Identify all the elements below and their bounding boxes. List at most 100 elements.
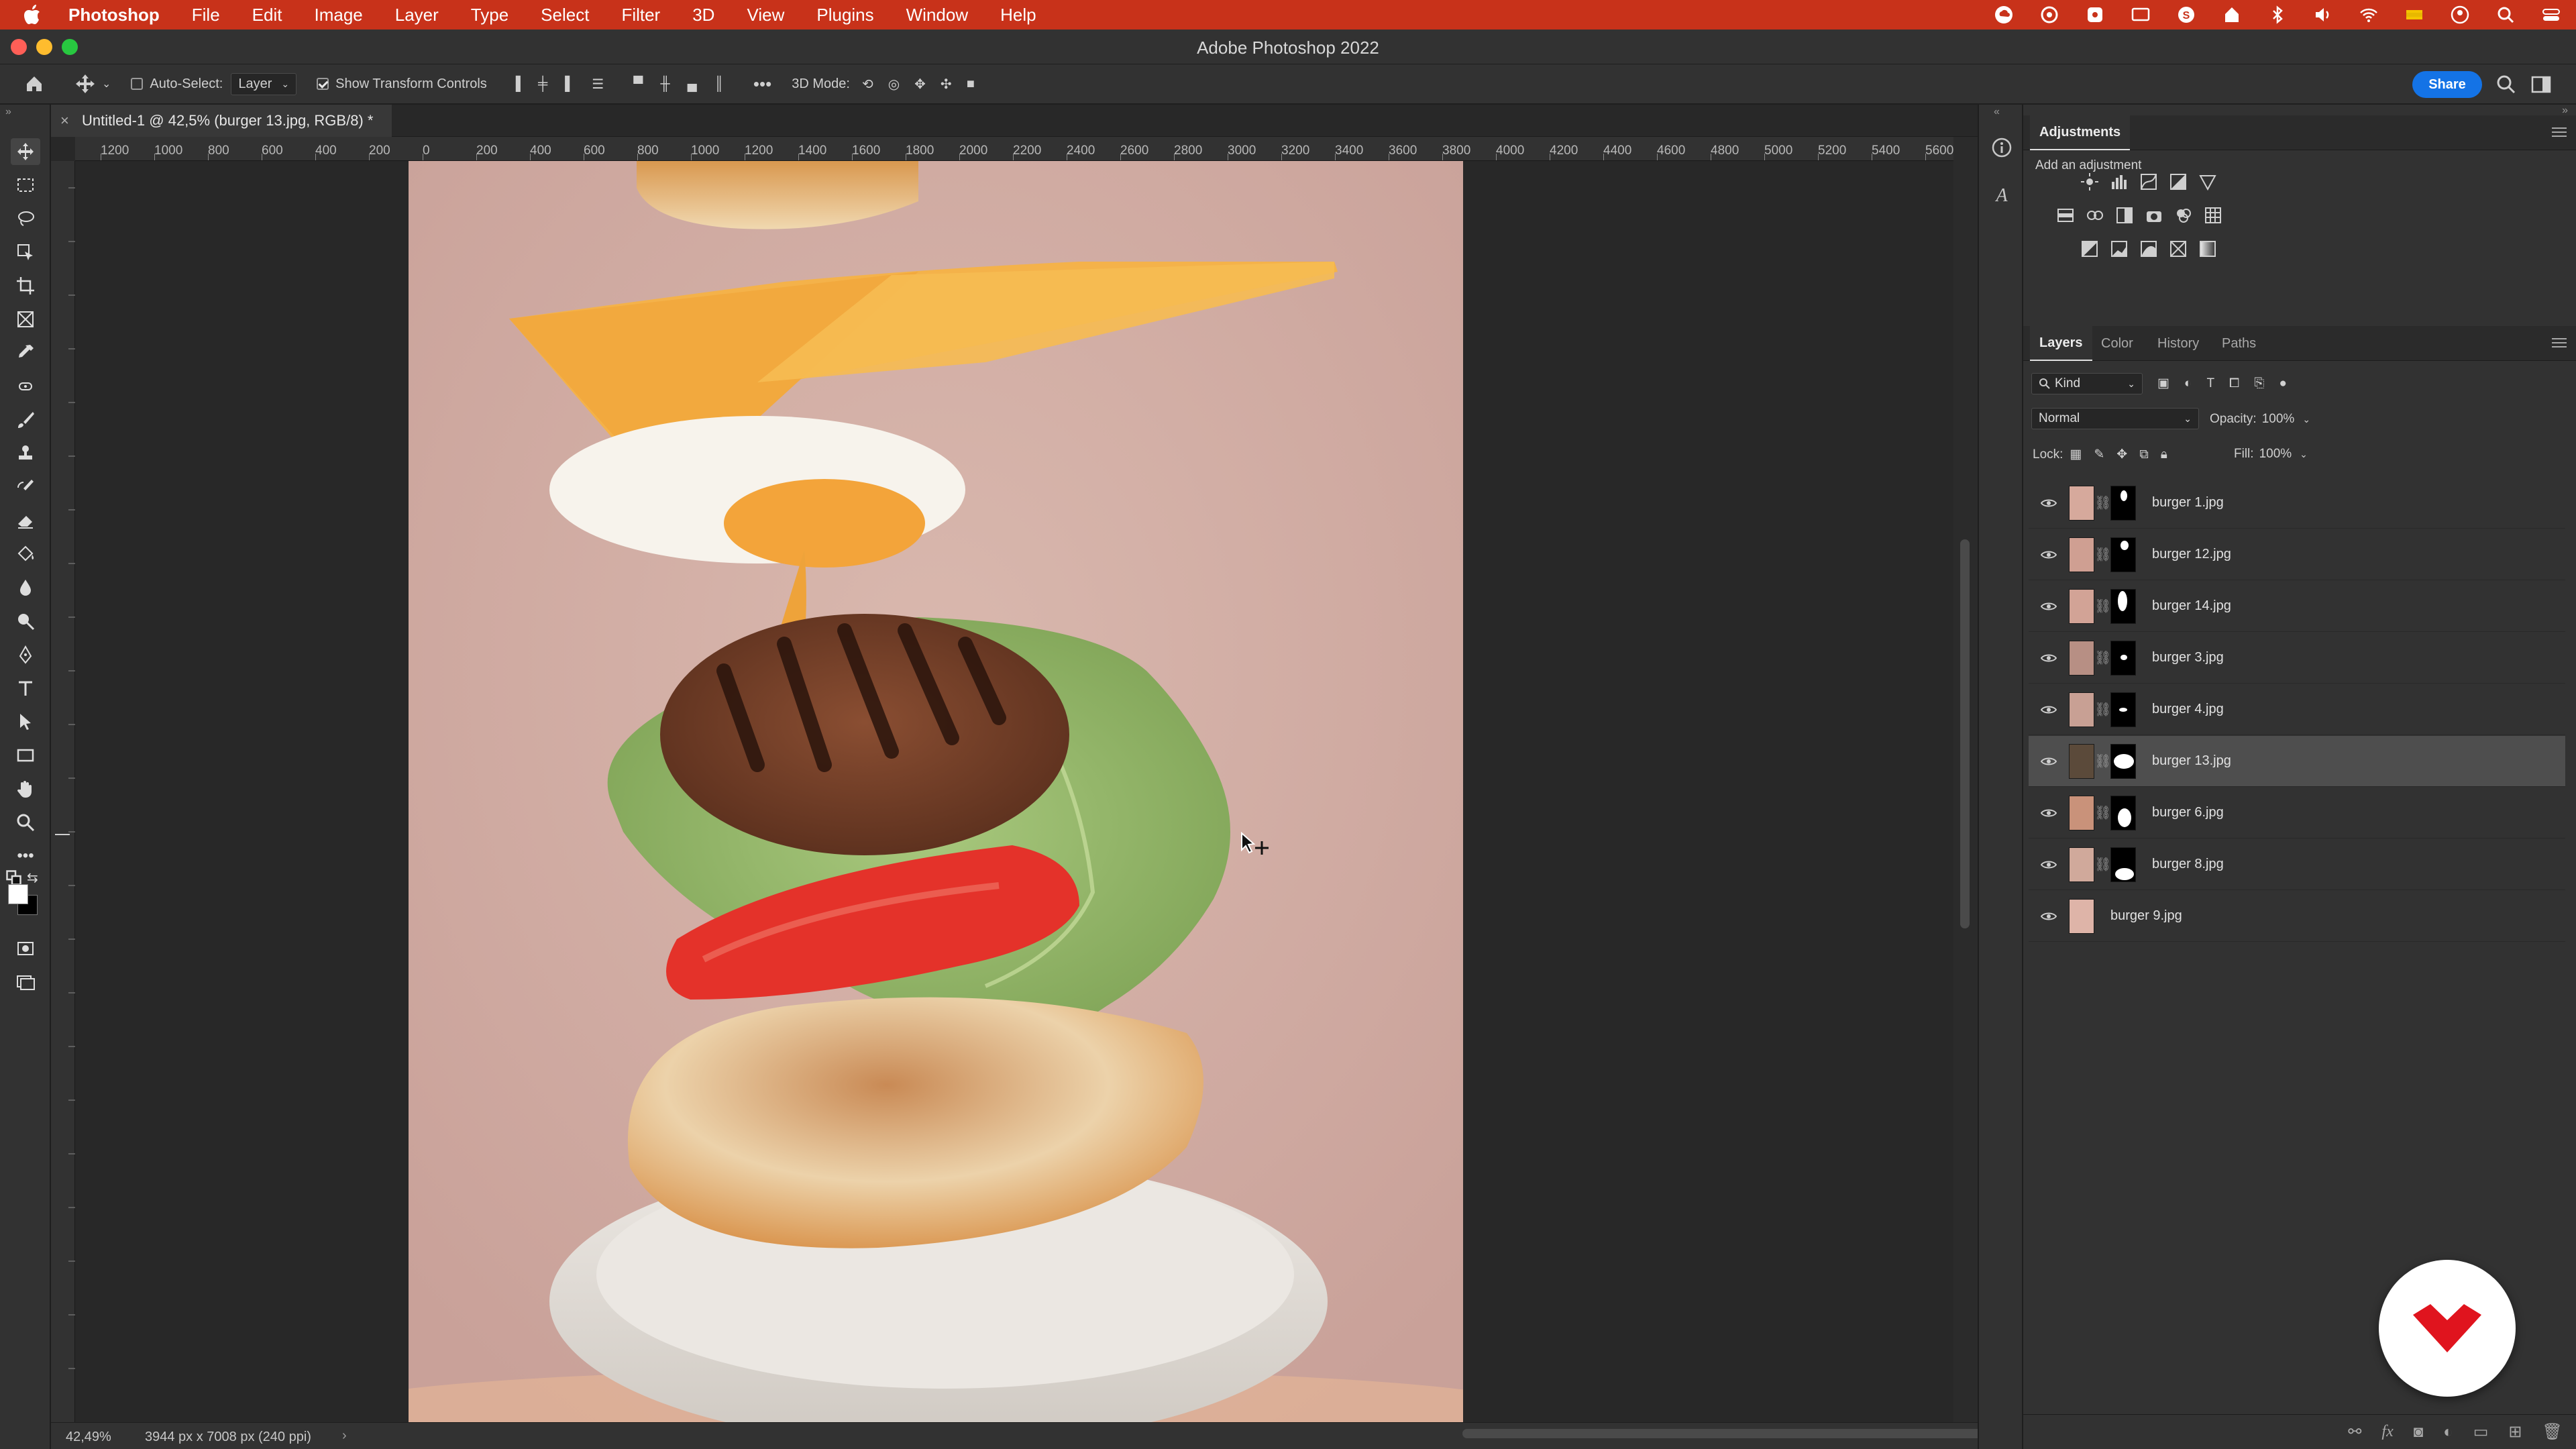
layer-row[interactable]: ⛓ burger 12.jpg	[2029, 529, 2565, 580]
more-options-icon[interactable]: •••	[753, 74, 771, 95]
mask-link-icon[interactable]: ⛓	[2094, 598, 2111, 614]
brightness-icon[interactable]	[2080, 172, 2100, 192]
layer-row[interactable]: ⛓ burger 8.jpg	[2029, 839, 2565, 890]
chevron-down-icon[interactable]: ⌄	[2302, 414, 2310, 425]
lasso-tool[interactable]	[11, 205, 40, 232]
swap-colors-icon[interactable]: ⇆	[27, 869, 38, 886]
auto-select-dropdown[interactable]: Layer ⌄	[231, 72, 297, 95]
type-filter-icon[interactable]: T	[2206, 376, 2214, 391]
visibility-eye-icon[interactable]	[2029, 549, 2069, 560]
lock-position-icon[interactable]: ✥	[2116, 447, 2127, 462]
visibility-eye-icon[interactable]	[2029, 859, 2069, 870]
layers-menu-icon[interactable]	[2552, 335, 2567, 350]
horizontal-scrollbar[interactable]	[738, 1422, 2120, 1449]
pixel-filter-icon[interactable]: ▣	[2157, 376, 2169, 391]
visibility-eye-icon[interactable]	[2029, 601, 2069, 612]
volume-icon[interactable]	[2312, 3, 2334, 26]
frame-tool[interactable]	[11, 306, 40, 333]
layer-row[interactable]: ⛓ burger 6.jpg	[2029, 788, 2565, 839]
align-hcenter-icon[interactable]: ╪	[538, 76, 547, 92]
zoom-level[interactable]: 42,49%	[66, 1430, 111, 1445]
threshold-icon[interactable]	[2139, 239, 2159, 259]
share-button[interactable]: Share	[2412, 71, 2482, 98]
paint-bucket-tool[interactable]	[11, 541, 40, 568]
user-icon[interactable]	[2449, 3, 2471, 26]
3d-scale-icon[interactable]: ■	[967, 76, 975, 92]
visibility-eye-icon[interactable]	[2029, 653, 2069, 663]
creative-cloud-icon[interactable]	[1992, 3, 2015, 26]
exposure-icon[interactable]	[2168, 172, 2188, 192]
distribute-horizontal-icon[interactable]: ║	[714, 76, 724, 92]
layer-kind-filter[interactable]: Kind ⌄	[2031, 373, 2143, 394]
workspace-icon[interactable]	[2530, 74, 2552, 99]
clone-stamp-tool[interactable]	[11, 440, 40, 467]
new-adjustment-icon[interactable]: ◐	[2443, 1423, 2453, 1442]
history-brush-tool[interactable]	[11, 474, 40, 500]
link-layers-icon[interactable]: ⚯	[2348, 1422, 2361, 1442]
curves-icon[interactable]	[2139, 172, 2159, 192]
collapse-arrows-icon[interactable]: »	[5, 106, 11, 118]
layer-row[interactable]: ⛓ burger 1.jpg	[2029, 478, 2565, 529]
document-canvas-photo[interactable]	[409, 161, 1463, 1422]
visibility-eye-icon[interactable]	[2029, 911, 2069, 922]
quick-mask-button[interactable]	[11, 935, 40, 962]
vertical-scrollbar[interactable]	[1953, 137, 1978, 1422]
add-mask-icon[interactable]: ◙	[2414, 1423, 2424, 1442]
layer-row[interactable]: ⛓ burger 14.jpg	[2029, 581, 2565, 632]
marquee-tool[interactable]	[11, 172, 40, 199]
lastpass-icon[interactable]	[2084, 3, 2106, 26]
screen-icon[interactable]	[2129, 3, 2152, 26]
auto-select-checkbox[interactable]: Auto-Select:	[131, 76, 223, 92]
edit-toolbar-icon[interactable]: •••	[11, 843, 40, 869]
show-transform-check[interactable]	[317, 78, 329, 90]
distribute-vertical-icon[interactable]: ☰	[592, 76, 604, 93]
align-top-icon[interactable]: ▀	[633, 76, 643, 92]
layer-mask-thumbnail[interactable]	[2110, 537, 2136, 572]
align-bottom-icon[interactable]: ▄	[688, 76, 697, 92]
tab-history[interactable]: History	[2148, 326, 2208, 361]
visibility-eye-icon[interactable]	[2029, 498, 2069, 508]
hue-saturation-icon[interactable]	[2055, 205, 2076, 225]
spotlight-icon[interactable]	[2494, 3, 2517, 26]
healing-brush-tool[interactable]	[11, 373, 40, 400]
fill-value[interactable]: 100%	[2259, 447, 2292, 462]
menu-edit[interactable]: Edit	[236, 5, 299, 25]
auto-select-check[interactable]	[131, 78, 144, 90]
shape-filter-icon[interactable]: ⧠	[2229, 376, 2239, 391]
lock-all-icon[interactable]: 🔒︎	[2161, 447, 2167, 462]
path-selection-tool[interactable]	[11, 708, 40, 735]
menu-plugins[interactable]: Plugins	[800, 5, 890, 25]
layer-mask-thumbnail[interactable]	[2110, 692, 2136, 727]
bluetooth-icon[interactable]	[2266, 3, 2289, 26]
wifi-icon[interactable]	[2357, 3, 2380, 26]
eraser-tool[interactable]	[11, 507, 40, 534]
layer-row[interactable]: burger 9.jpg	[2029, 891, 2565, 942]
zoom-tool[interactable]	[11, 809, 40, 836]
layer-thumbnail[interactable]	[2069, 847, 2094, 882]
vertical-scroll-thumb[interactable]	[1960, 539, 1970, 928]
layer-thumbnail[interactable]	[2069, 640, 2094, 676]
document-tab[interactable]: × Untitled-1 @ 42,5% (burger 13.jpg, RGB…	[51, 105, 392, 137]
menu-filter[interactable]: Filter	[605, 5, 676, 25]
align-right-icon[interactable]: ▌	[565, 76, 574, 92]
delete-layer-icon[interactable]: 🗑︎	[2542, 1422, 2563, 1442]
layer-thumbnail[interactable]	[2069, 537, 2094, 572]
mask-link-icon[interactable]: ⛓	[2094, 494, 2111, 511]
move-tool[interactable]	[11, 138, 40, 165]
menu-app-name[interactable]: Photoshop	[52, 5, 176, 25]
adjustments-menu-icon[interactable]	[2552, 125, 2567, 140]
tab-paths[interactable]: Paths	[2212, 326, 2265, 361]
smart-object-filter-icon[interactable]: ⎘	[2254, 376, 2264, 391]
brush-tool[interactable]	[11, 407, 40, 433]
mask-link-icon[interactable]: ⛓	[2094, 701, 2111, 718]
layer-row[interactable]: ⛓ burger 4.jpg	[2029, 684, 2565, 735]
layer-thumbnail[interactable]	[2069, 588, 2094, 624]
layer-style-icon[interactable]: fx	[2381, 1423, 2393, 1441]
mask-link-icon[interactable]: ⛓	[2094, 753, 2111, 769]
layer-thumbnail[interactable]	[2069, 898, 2094, 934]
layer-thumbnail[interactable]	[2069, 795, 2094, 830]
object-selection-tool[interactable]	[11, 239, 40, 266]
apple-menu-icon[interactable]	[12, 5, 52, 25]
menu-3d[interactable]: 3D	[676, 5, 731, 25]
3d-roll-icon[interactable]: ◎	[888, 76, 900, 93]
